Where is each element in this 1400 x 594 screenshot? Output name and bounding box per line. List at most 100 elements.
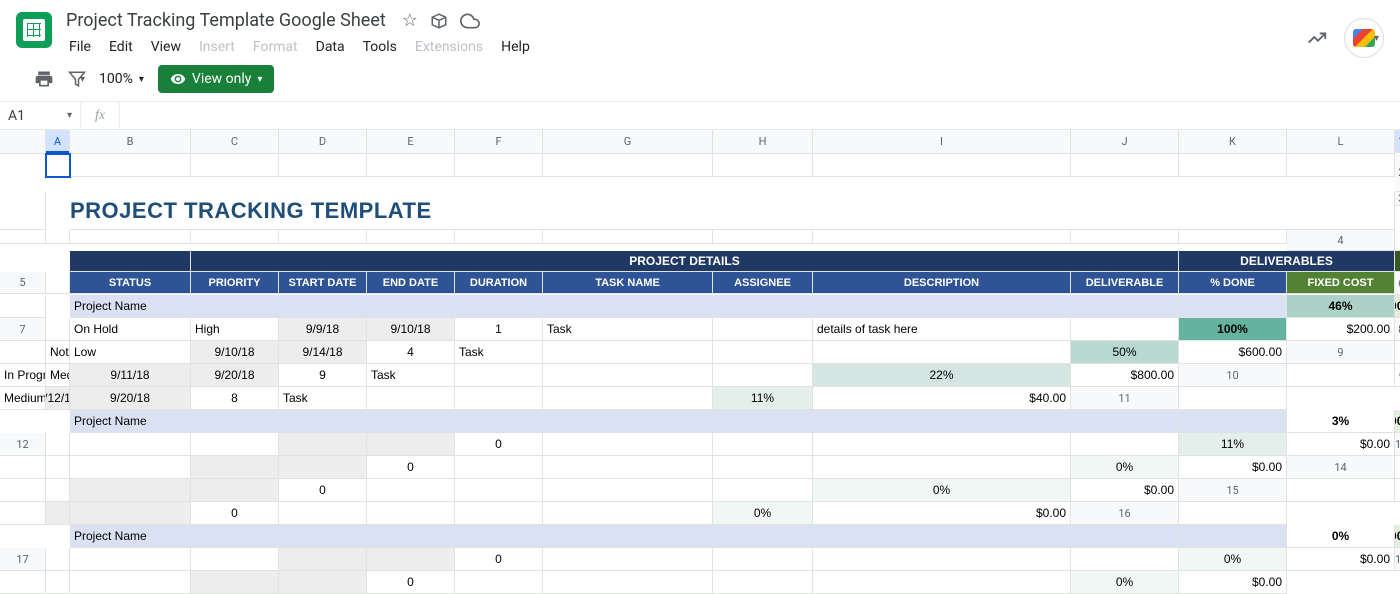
row-header[interactable]: 15 [1179, 479, 1287, 502]
pct-done-cell[interactable]: 0% [1071, 571, 1179, 594]
cell[interactable] [1395, 230, 1400, 251]
pct-done-cell[interactable]: 0% [713, 502, 813, 525]
status-cell[interactable]: Not Yet Started [46, 341, 70, 364]
cell[interactable] [0, 192, 46, 230]
deliverable-cell[interactable] [813, 571, 1071, 594]
deliverable-cell[interactable] [813, 341, 1071, 364]
start-date-cell[interactable]: 9/12/18 [46, 387, 70, 410]
row-header[interactable]: 3 [1395, 192, 1400, 206]
priority-cell[interactable] [46, 479, 70, 502]
task-name-cell[interactable]: Task [279, 387, 367, 410]
cell[interactable] [1179, 410, 1287, 433]
cost-cell[interactable]: $0.00 [1071, 479, 1179, 502]
duration-cell[interactable]: 0 [367, 571, 455, 594]
priority-cell[interactable] [70, 571, 191, 594]
task-name-cell[interactable] [279, 502, 367, 525]
deliverable-cell[interactable] [1071, 318, 1179, 341]
cell[interactable] [1395, 456, 1400, 479]
description-cell[interactable] [543, 479, 713, 502]
task-name-cell[interactable] [455, 571, 543, 594]
column-header[interactable]: PRIORITY [191, 272, 279, 294]
group-header-project-details[interactable]: PROJECT DETAILS [191, 251, 1179, 272]
row-header[interactable]: 13 [1395, 433, 1400, 456]
spreadsheet-grid[interactable]: ABCDEFGHIJKL12PROJECT TRACKING TEMPLATE3… [0, 130, 1400, 594]
end-date-cell[interactable]: 9/14/18 [279, 341, 367, 364]
cell[interactable] [367, 230, 455, 244]
cell[interactable] [1287, 154, 1395, 177]
cell[interactable] [455, 154, 543, 177]
pct-done-cell[interactable]: 11% [1179, 433, 1287, 456]
description-cell[interactable] [543, 364, 713, 387]
status-cell[interactable] [1395, 479, 1400, 502]
cost-cell[interactable]: $0.00 [1395, 410, 1400, 433]
filter-icon[interactable]: ▾ [68, 70, 85, 88]
description-cell[interactable] [713, 456, 813, 479]
duration-cell[interactable]: 0 [455, 548, 543, 571]
row-header[interactable]: 9 [1287, 341, 1395, 364]
priority-cell[interactable]: Low [70, 341, 191, 364]
duration-cell[interactable]: 0 [455, 433, 543, 456]
status-cell[interactable] [46, 571, 70, 594]
group-header-deliverables[interactable]: DELIVERABLES [1179, 251, 1395, 272]
menu-file[interactable]: File [62, 35, 98, 59]
row-header[interactable]: 14 [1287, 456, 1395, 479]
pct-done-cell[interactable]: 50% [1071, 341, 1179, 364]
zoom-selector[interactable]: 100%▾ [99, 71, 144, 87]
description-cell[interactable] [455, 502, 543, 525]
end-date-cell[interactable] [279, 456, 367, 479]
cell[interactable] [1179, 525, 1287, 548]
pct-done-cell[interactable]: 100% [1179, 318, 1287, 341]
cell[interactable] [46, 433, 70, 456]
priority-cell[interactable] [0, 502, 46, 525]
view-only-button[interactable]: View only ▾ [158, 65, 275, 93]
cost-cell[interactable]: $200.00 [1287, 318, 1395, 341]
start-date-cell[interactable] [279, 548, 367, 571]
star-icon[interactable]: ☆ [402, 10, 418, 31]
description-cell[interactable] [813, 433, 1071, 456]
end-date-cell[interactable] [191, 479, 279, 502]
column-header[interactable]: DESCRIPTION [813, 272, 1071, 294]
priority-cell[interactable]: High [191, 318, 279, 341]
priority-cell[interactable] [191, 433, 279, 456]
duration-cell[interactable]: 9 [279, 364, 367, 387]
cell[interactable] [1287, 364, 1395, 387]
task-name-cell[interactable] [455, 456, 543, 479]
priority-cell[interactable]: Medium [46, 364, 70, 387]
deliverable-cell[interactable] [813, 456, 1071, 479]
menu-data[interactable]: Data [309, 35, 352, 59]
cell[interactable] [1179, 230, 1287, 244]
cloud-icon[interactable] [460, 11, 480, 31]
status-cell[interactable] [0, 479, 46, 502]
sheet-title[interactable]: PROJECT TRACKING TEMPLATE [70, 192, 1395, 230]
cost-cell[interactable]: $0.00 [1395, 525, 1400, 548]
end-date-cell[interactable] [367, 548, 455, 571]
col-header-i[interactable]: I [813, 130, 1071, 154]
cell[interactable] [0, 456, 46, 479]
assignee-cell[interactable] [455, 479, 543, 502]
row-header[interactable]: 6 [1395, 272, 1400, 295]
cell[interactable] [1071, 230, 1179, 244]
status-cell[interactable] [70, 548, 191, 571]
status-cell[interactable]: In Progress [0, 364, 46, 387]
row-header[interactable]: 1 [1395, 130, 1400, 153]
priority-cell[interactable] [191, 548, 279, 571]
pct-done-cell[interactable]: 0% [1287, 525, 1395, 548]
description-cell[interactable] [455, 387, 543, 410]
cell[interactable] [713, 154, 813, 177]
deliverable-cell[interactable] [543, 502, 713, 525]
meet-button[interactable]: ▾ [1344, 18, 1384, 58]
menu-tools[interactable]: Tools [356, 35, 404, 59]
pct-done-cell[interactable]: 3% [1287, 410, 1395, 433]
cell[interactable] [1395, 251, 1400, 272]
activity-icon[interactable] [1306, 27, 1328, 49]
cell-a1[interactable] [46, 154, 70, 177]
cell[interactable] [813, 154, 1071, 177]
col-header-k[interactable]: K [1179, 130, 1287, 154]
end-date-cell[interactable]: 9/20/18 [191, 364, 279, 387]
start-date-cell[interactable] [70, 479, 191, 502]
status-cell[interactable] [70, 433, 191, 456]
cell[interactable] [0, 295, 46, 318]
duration-cell[interactable]: 1 [455, 318, 543, 341]
col-header-e[interactable]: E [367, 130, 455, 154]
cell[interactable] [713, 230, 813, 244]
